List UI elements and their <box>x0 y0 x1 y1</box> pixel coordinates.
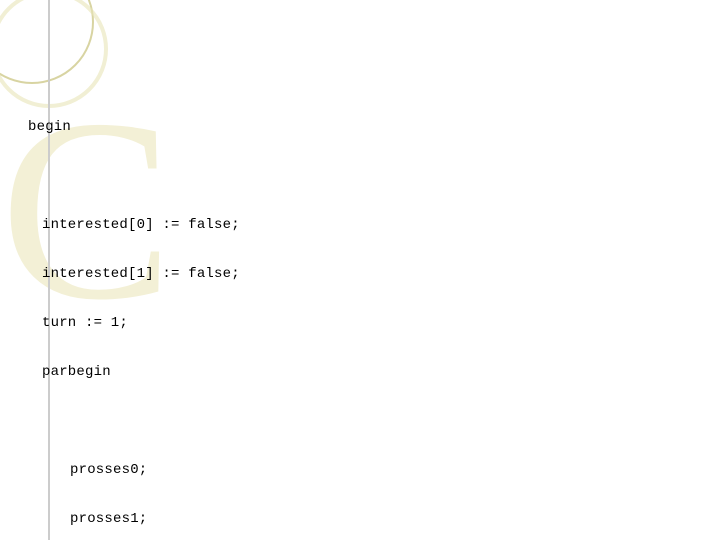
code-line: prosses1; <box>28 507 720 532</box>
code-line: begin <box>28 115 720 140</box>
code-blank-line <box>28 164 720 189</box>
code-line: interested[1] := false; <box>28 262 720 287</box>
code-line: interested[0] := false; <box>28 213 720 238</box>
code-blank-line <box>28 409 720 434</box>
code-line: turn := 1; <box>28 311 720 336</box>
code-block: begin interested[0] := false; interested… <box>0 0 720 540</box>
code-line: prosses0; <box>28 458 720 483</box>
code-line: parbegin <box>28 360 720 385</box>
